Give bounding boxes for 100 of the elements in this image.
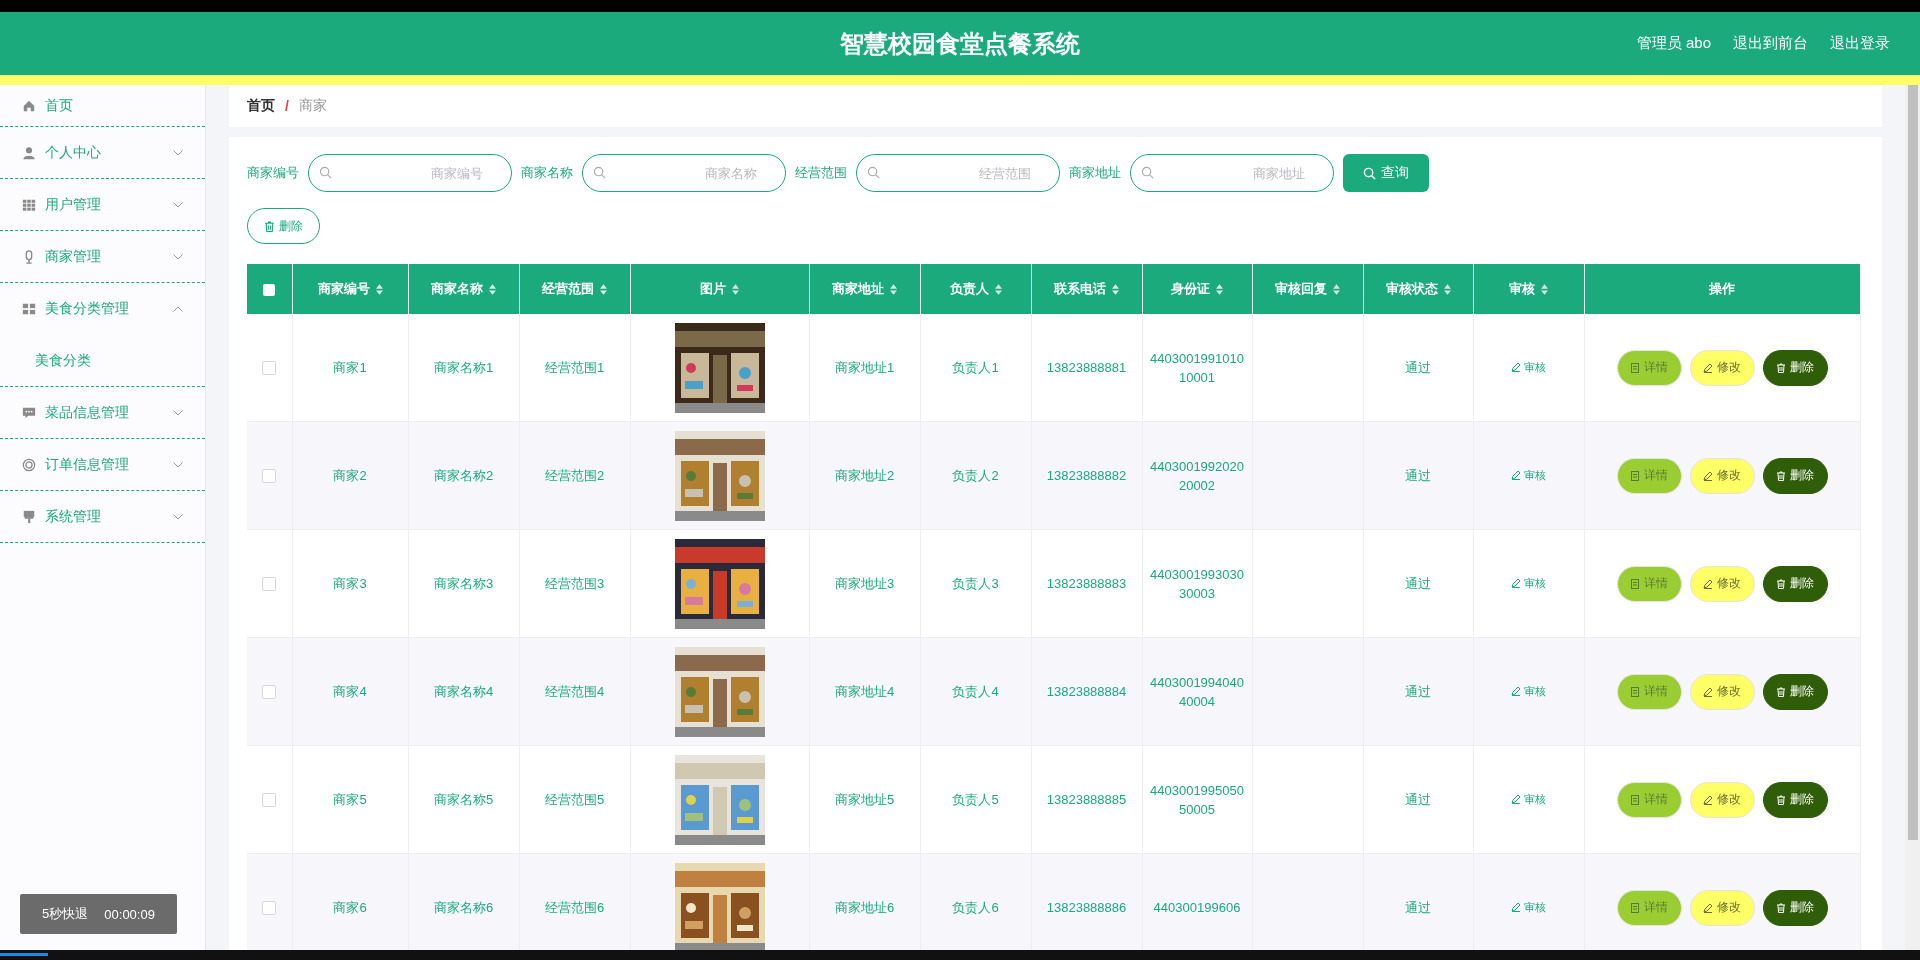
submenu-item[interactable]: 美食分类 — [35, 351, 91, 370]
review-link[interactable]: 审核 — [1511, 575, 1546, 591]
sidebar-item[interactable]: 美食分类管理 — [0, 283, 205, 335]
table-cell: 负责人3 — [952, 575, 999, 591]
edit-icon — [1703, 902, 1713, 913]
column-header[interactable]: 审核状态 — [1385, 280, 1438, 298]
column-header[interactable]: 审核回复 — [1275, 280, 1327, 298]
header-link[interactable]: 退出登录 — [1830, 34, 1890, 53]
column-header[interactable]: 商家地址 — [832, 280, 884, 298]
sidebar-item[interactable]: 个人中心 — [0, 127, 205, 179]
edit-button[interactable]: 修改 — [1689, 889, 1755, 926]
details-button[interactable]: 详情 — [1616, 889, 1682, 926]
table-cell: 经营范围6 — [544, 899, 605, 915]
sort-icon[interactable] — [890, 283, 897, 295]
row-checkbox[interactable] — [262, 361, 277, 376]
sort-icon[interactable] — [489, 283, 496, 295]
review-link[interactable]: 审核 — [1511, 467, 1546, 483]
edit-button[interactable]: 修改 — [1689, 565, 1755, 602]
sidebar-item[interactable]: 订单信息管理 — [0, 439, 205, 491]
sidebar-item[interactable]: 菜品信息管理 — [0, 387, 205, 439]
search-field[interactable]: 经营范围 — [856, 154, 1060, 192]
edit-button[interactable]: 修改 — [1689, 673, 1755, 710]
delete-button[interactable]: 删除 — [1762, 349, 1828, 386]
details-button[interactable]: 详情 — [1616, 781, 1682, 818]
edit-icon — [1703, 362, 1713, 373]
video-rewind-overlay[interactable]: 5秒快退 00:00:09 — [20, 894, 177, 934]
sidebar-item[interactable]: 商家管理 — [0, 231, 205, 283]
sort-icon[interactable] — [1333, 283, 1340, 295]
column-header[interactable]: 操作 — [1709, 280, 1735, 298]
header-link[interactable]: 退出到前台 — [1733, 34, 1808, 53]
edit-icon — [1511, 686, 1521, 697]
column-header[interactable]: 审核 — [1509, 280, 1535, 298]
sidebar-item[interactable]: 首页 — [0, 85, 205, 127]
trash-icon — [264, 220, 275, 232]
breadcrumb-link[interactable]: 首页 — [247, 97, 275, 115]
review-link[interactable]: 审核 — [1511, 791, 1546, 807]
search-button[interactable]: 查询 — [1343, 154, 1429, 192]
field-label: 商家编号 — [247, 164, 299, 182]
sidebar-item[interactable]: 系统管理 — [0, 491, 205, 543]
column-header[interactable]: 经营范围 — [542, 280, 594, 298]
table-cell: 商家地址4 — [834, 683, 895, 699]
table-cell: 负责人5 — [952, 791, 999, 807]
row-checkbox[interactable] — [262, 901, 277, 916]
sort-icon[interactable] — [1443, 283, 1451, 295]
column-header[interactable]: 联系电话 — [1054, 280, 1106, 298]
details-button[interactable]: 详情 — [1616, 673, 1682, 710]
edit-icon — [1511, 902, 1521, 913]
column-header[interactable]: 负责人 — [949, 280, 989, 298]
search-field[interactable]: 商家地址 — [1130, 154, 1334, 192]
field-label: 经营范围 — [795, 164, 847, 182]
review-link[interactable]: 审核 — [1511, 683, 1546, 699]
details-button[interactable]: 详情 — [1616, 457, 1682, 494]
table-cell: 商家5 — [333, 791, 367, 807]
row-checkbox[interactable] — [262, 577, 277, 592]
sort-icon[interactable] — [375, 283, 383, 295]
row-checkbox[interactable] — [262, 793, 277, 808]
search-field[interactable]: 商家编号 — [308, 154, 512, 192]
table-cell: 负责人1 — [952, 359, 999, 375]
delete-button[interactable]: 删除 — [1762, 673, 1828, 710]
table-cell: 13823888881 — [1046, 360, 1127, 375]
column-header[interactable]: 图片 — [700, 280, 726, 298]
details-button[interactable]: 详情 — [1616, 349, 1682, 386]
review-link[interactable]: 审核 — [1511, 899, 1546, 915]
field-label: 商家名称 — [521, 164, 573, 182]
sort-icon[interactable] — [1216, 283, 1223, 295]
table-cell: 商家2 — [333, 467, 367, 483]
table-cell: 商家1 — [333, 359, 367, 375]
sort-icon[interactable] — [1541, 283, 1548, 295]
scrollbar[interactable] — [1905, 85, 1920, 950]
edit-button[interactable]: 修改 — [1689, 781, 1755, 818]
delete-button[interactable]: 删除 — [247, 208, 320, 244]
sort-icon[interactable] — [600, 283, 607, 295]
edit-button[interactable]: 修改 — [1689, 457, 1755, 494]
table-cell: 经营范围4 — [544, 683, 605, 699]
review-link[interactable]: 审核 — [1511, 359, 1546, 375]
user-icon — [22, 145, 36, 160]
delete-button[interactable]: 删除 — [1762, 781, 1828, 818]
column-header[interactable]: 身份证 — [1171, 280, 1210, 298]
sort-icon[interactable] — [994, 283, 1002, 295]
edit-button[interactable]: 修改 — [1689, 349, 1755, 386]
sort-icon[interactable] — [732, 283, 739, 295]
table-cell: 经营范围5 — [544, 791, 605, 807]
column-header[interactable]: 商家名称 — [431, 280, 483, 298]
row-checkbox[interactable] — [262, 469, 277, 484]
sidebar-item[interactable]: 用户管理 — [0, 179, 205, 231]
delete-button[interactable]: 删除 — [1762, 457, 1828, 494]
table-cell: 负责人2 — [952, 467, 999, 483]
column-header[interactable]: 商家编号 — [317, 280, 370, 298]
select-all-checkbox[interactable] — [263, 284, 276, 297]
table-cell: 经营范围3 — [544, 575, 605, 591]
row-checkbox[interactable] — [262, 685, 277, 700]
table-cell: 商家名称6 — [433, 899, 494, 915]
table-cell: 商家地址6 — [834, 899, 895, 915]
table-cell-text: 440300199404040004 — [1149, 673, 1245, 711]
search-field[interactable]: 商家名称 — [582, 154, 786, 192]
sort-icon[interactable] — [1112, 283, 1119, 295]
details-button[interactable]: 详情 — [1616, 565, 1682, 602]
delete-button[interactable]: 删除 — [1762, 565, 1828, 602]
edit-icon — [1511, 578, 1521, 589]
delete-button[interactable]: 删除 — [1762, 889, 1828, 926]
